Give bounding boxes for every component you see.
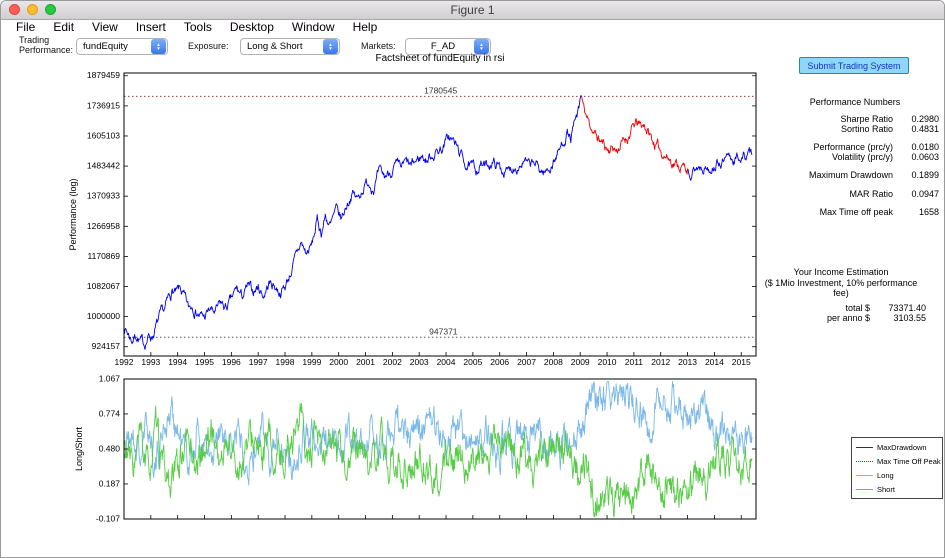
svg-text:-0.107: -0.107	[96, 514, 120, 524]
figure-window: Figure 1 FileEditViewInsertToolsDesktopW…	[0, 0, 945, 558]
svg-text:2015: 2015	[732, 357, 751, 367]
menu-desktop[interactable]: Desktop	[221, 20, 283, 34]
svg-text:1605103: 1605103	[87, 130, 120, 140]
svg-text:1170869: 1170869	[88, 251, 121, 261]
legend-item-maxdrawdown: MaxDrawdown	[852, 440, 942, 454]
titlebar[interactable]: Figure 1	[1, 1, 944, 20]
svg-text:1082067: 1082067	[87, 281, 120, 291]
income-estimation-panel: Your Income Estimation ($ 1Mio Investmen…	[756, 267, 926, 323]
svg-text:1994: 1994	[168, 357, 187, 367]
fund-select-value: fundEquity	[83, 41, 151, 52]
chevron-updown-icon: ▲▼	[474, 39, 489, 54]
legend-line-sample-icon	[856, 461, 873, 462]
longshort-chart: -0.107 0.187 0.480 0.774 1.067 Long/Short	[56, 373, 776, 533]
legend-line-sample-icon	[856, 489, 873, 490]
legend-line-sample-icon	[856, 447, 873, 448]
svg-text:1993: 1993	[141, 357, 160, 367]
svg-text:2008: 2008	[544, 357, 563, 367]
menu-tools[interactable]: Tools	[175, 20, 221, 34]
svg-text:1996: 1996	[222, 357, 241, 367]
svg-text:924157: 924157	[92, 341, 121, 351]
svg-text:0.187: 0.187	[99, 478, 121, 488]
legend-item-short: Short	[852, 482, 942, 496]
svg-text:2002: 2002	[383, 357, 402, 367]
zoom-button[interactable]	[45, 4, 56, 15]
menu-help[interactable]: Help	[344, 20, 387, 34]
performance-numbers-heading: Performance Numbers	[771, 97, 939, 107]
submit-trading-system-button[interactable]: Submit Trading System	[799, 57, 909, 74]
svg-text:Performance (log): Performance (log)	[68, 178, 78, 250]
svg-text:2007: 2007	[517, 357, 536, 367]
menu-edit[interactable]: Edit	[44, 20, 83, 34]
trading-performance-label: Trading Performance:	[19, 35, 73, 55]
menubar: FileEditViewInsertToolsDesktopWindowHelp	[1, 20, 944, 34]
svg-text:2010: 2010	[598, 357, 617, 367]
performance-numbers-panel: Performance Numbers Sharpe Ratio0.2980So…	[771, 97, 939, 218]
svg-text:1999: 1999	[302, 357, 321, 367]
markets-select-value: F_AD	[412, 41, 474, 52]
svg-text:2013: 2013	[678, 357, 697, 367]
svg-text:1000000: 1000000	[87, 311, 120, 321]
svg-text:2000: 2000	[329, 357, 348, 367]
income-heading: Your Income Estimation	[756, 267, 926, 278]
perf-row: Max Time off peak1658	[771, 208, 939, 218]
income-row: total $73371.40	[756, 303, 926, 313]
window-title: Figure 1	[1, 1, 944, 19]
svg-text:1266958: 1266958	[87, 221, 120, 231]
svg-text:2001: 2001	[356, 357, 375, 367]
perf-row: Volatility (prc/y)0.0603	[771, 153, 939, 163]
svg-text:2014: 2014	[705, 357, 724, 367]
svg-text:1997: 1997	[249, 357, 268, 367]
svg-text:1780545: 1780545	[424, 85, 457, 95]
chevron-updown-icon: ▲▼	[151, 39, 166, 54]
legend-item-max-time-off-peak: Max Time Off Peak	[852, 454, 942, 468]
menu-insert[interactable]: Insert	[127, 20, 175, 34]
exposure-select-value: Long & Short	[247, 41, 323, 52]
svg-text:2011: 2011	[625, 357, 644, 367]
menu-file[interactable]: File	[7, 20, 44, 34]
svg-text:2012: 2012	[651, 357, 670, 367]
svg-text:947371: 947371	[429, 326, 458, 336]
svg-text:1483442: 1483442	[87, 161, 120, 171]
svg-text:1998: 1998	[276, 357, 295, 367]
chart-legend: MaxDrawdownMax Time Off PeakLongShort	[851, 437, 943, 499]
svg-text:1879459: 1879459	[87, 70, 120, 80]
legend-line-sample-icon	[856, 475, 873, 476]
svg-text:2005: 2005	[463, 357, 482, 367]
perf-row: Sortino Ratio0.4831	[771, 125, 939, 135]
income-subheading: ($ 1Mio Investment, 10% performance fee)	[756, 278, 926, 299]
menu-view[interactable]: View	[83, 20, 127, 34]
minimize-button[interactable]	[27, 4, 38, 15]
chevron-updown-icon: ▲▼	[323, 39, 338, 54]
menu-window[interactable]: Window	[283, 20, 344, 34]
svg-text:2006: 2006	[490, 357, 509, 367]
performance-chart: 1780545 947371 924157 1000000 1082067 1170869…	[56, 61, 776, 373]
window-controls	[9, 4, 56, 15]
svg-text:Long/Short: Long/Short	[74, 426, 84, 471]
svg-text:0.774: 0.774	[99, 408, 121, 418]
performance-rows: Sharpe Ratio0.2980Sortino Ratio0.4831Per…	[771, 115, 939, 218]
svg-text:1992: 1992	[115, 357, 134, 367]
income-row: per anno $3103.55	[756, 313, 926, 323]
svg-text:2009: 2009	[571, 357, 590, 367]
close-button[interactable]	[9, 4, 20, 15]
perf-row: Maximum Drawdown0.1899	[771, 171, 939, 181]
svg-text:2004: 2004	[437, 357, 456, 367]
income-rows: total $73371.40per anno $3103.55	[756, 303, 926, 323]
svg-text:1370933: 1370933	[87, 191, 120, 201]
svg-text:1995: 1995	[195, 357, 214, 367]
legend-item-long: Long	[852, 468, 942, 482]
svg-text:1736915: 1736915	[87, 100, 120, 110]
perf-row: MAR Ratio0.0947	[771, 190, 939, 200]
svg-text:0.480: 0.480	[99, 444, 121, 454]
markets-label: Markets:	[361, 41, 396, 51]
svg-text:1.067: 1.067	[99, 374, 121, 384]
svg-text:2003: 2003	[410, 357, 429, 367]
exposure-label: Exposure:	[188, 41, 229, 51]
